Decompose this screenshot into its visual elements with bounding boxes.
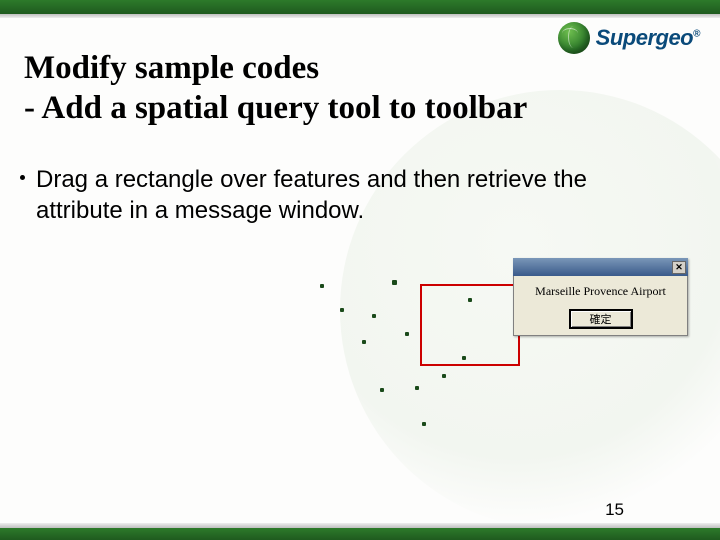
close-button[interactable]: ✕ xyxy=(672,261,686,274)
message-dialog: ✕ Marseille Provence Airport 確定 xyxy=(513,258,688,336)
feature-point xyxy=(380,388,384,392)
top-accent-bar xyxy=(0,0,720,14)
page-number: 15 xyxy=(605,500,624,520)
feature-point xyxy=(340,308,344,312)
ok-button-label: 確定 xyxy=(590,311,612,327)
feature-point xyxy=(422,422,426,426)
bottom-accent-bar xyxy=(0,528,720,540)
slide-title: Modify sample codes - Add a spatial quer… xyxy=(24,48,690,129)
feature-point xyxy=(372,314,376,318)
bullet-dot-icon xyxy=(20,175,25,180)
dialog-body: Marseille Provence Airport 確定 xyxy=(513,276,688,336)
feature-point xyxy=(442,374,446,378)
dialog-message: Marseille Provence Airport xyxy=(520,284,681,299)
feature-point xyxy=(392,280,397,285)
feature-point xyxy=(405,332,409,336)
selection-rectangle xyxy=(420,284,520,366)
bullet-text: Drag a rectangle over features and then … xyxy=(36,166,587,224)
feature-point xyxy=(362,340,366,344)
feature-point xyxy=(320,284,324,288)
close-icon: ✕ xyxy=(675,263,683,272)
ok-button[interactable]: 確定 xyxy=(569,309,633,329)
dialog-titlebar: ✕ xyxy=(513,258,688,276)
bullet-point: Drag a rectangle over features and then … xyxy=(36,165,670,226)
feature-point xyxy=(415,386,419,390)
